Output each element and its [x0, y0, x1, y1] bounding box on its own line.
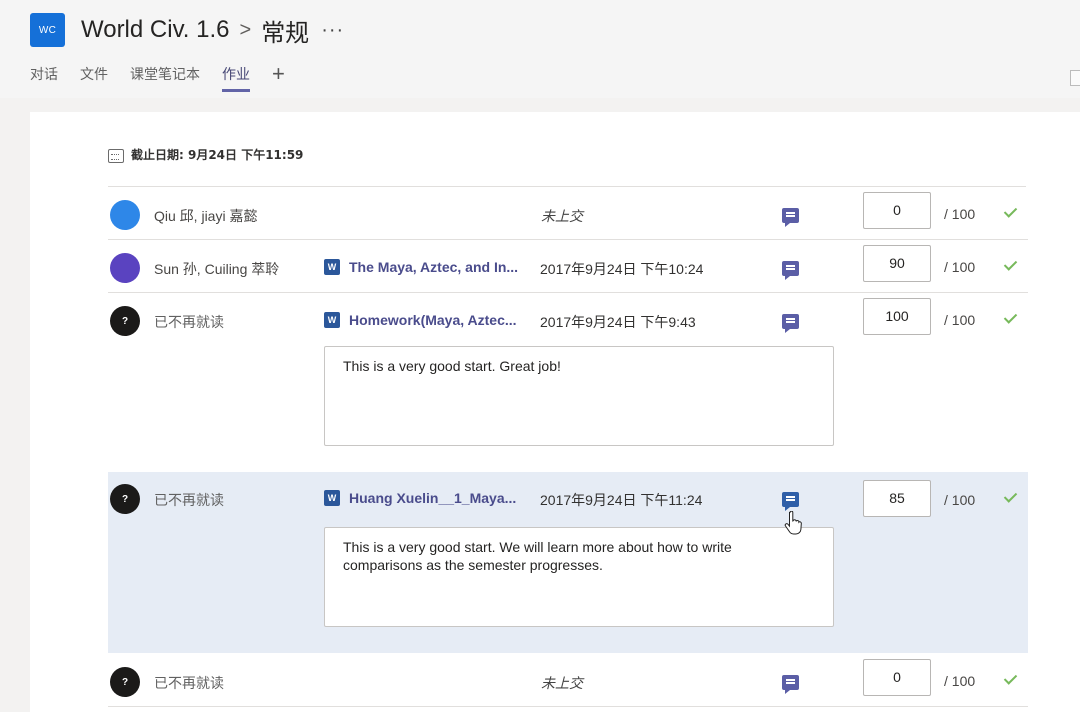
file-name[interactable]: Homework(Maya, Aztec... — [349, 312, 517, 328]
submission-status: 未上交 — [541, 209, 583, 225]
channel-tabs: 对话 文件 课堂笔记本 作业 + — [30, 63, 285, 94]
channel-header: WC World Civ. 1.6 > 常规 ··· 对话 文件 课堂笔记本 作… — [0, 0, 1080, 98]
submission-time: 2017年9月24日 下午9:43 — [540, 314, 696, 330]
tab-assignments[interactable]: 作业 — [222, 64, 250, 92]
submission-status: 未上交 — [541, 676, 583, 692]
student-name: 已不再就读 — [154, 676, 224, 692]
feedback-textarea[interactable]: This is a very good start. Great job! — [324, 346, 834, 446]
feedback-icon[interactable] — [782, 208, 799, 227]
score-input[interactable]: 85 — [863, 480, 931, 517]
points-total: / 100 — [944, 206, 976, 222]
channel-name: 常规 — [261, 19, 310, 47]
word-file-icon: W — [324, 259, 343, 275]
due-date-text: 截止日期: 9月24日 下午11:59 — [131, 148, 304, 162]
score-input[interactable]: 0 — [863, 659, 931, 696]
submission-time: 2017年9月24日 下午10:24 — [540, 261, 704, 277]
check-icon[interactable] — [1003, 258, 1017, 272]
avatar — [110, 200, 140, 230]
tab-files[interactable]: 文件 — [80, 64, 108, 92]
submission-file-link[interactable]: W The Maya, Aztec, and In... — [324, 259, 518, 275]
feedback-icon[interactable] — [782, 314, 799, 333]
points-total: / 100 — [944, 312, 976, 328]
score-input[interactable]: 90 — [863, 245, 931, 282]
file-name[interactable]: The Maya, Aztec, and In... — [349, 259, 518, 275]
feedback-icon[interactable] — [782, 261, 799, 280]
unknown-user-icon: ? — [110, 484, 140, 514]
hand-cursor-icon — [784, 511, 802, 535]
submission-file-link[interactable]: W Homework(Maya, Aztec... — [324, 312, 517, 328]
tab-conversations[interactable]: 对话 — [30, 64, 58, 92]
points-total: / 100 — [944, 673, 976, 689]
word-file-icon: W — [324, 312, 343, 328]
check-icon[interactable] — [1003, 311, 1017, 325]
points-total: / 100 — [944, 259, 976, 275]
team-name[interactable]: World Civ. 1.6 — [81, 16, 230, 44]
student-name: 已不再就读 — [154, 493, 224, 509]
avatar — [110, 253, 140, 283]
unknown-user-icon: ? — [110, 667, 140, 697]
chevron-right-icon: > — [239, 18, 252, 41]
calendar-icon — [108, 147, 124, 163]
breadcrumb: World Civ. 1.6 > 常规 ··· — [81, 14, 344, 47]
check-icon[interactable] — [1003, 205, 1017, 219]
student-row: Qiu 邱, jiayi 嘉懿 未上交 0 / 100 — [108, 188, 1028, 240]
student-name: 已不再就读 — [154, 315, 224, 331]
check-icon[interactable] — [1003, 672, 1017, 686]
feedback-icon[interactable] — [782, 675, 799, 694]
student-row: Sun 孙, Cuiling 萃聆 W The Maya, Aztec, and… — [108, 241, 1028, 293]
points-total: / 100 — [944, 492, 976, 508]
feedback-icon[interactable] — [782, 492, 799, 511]
feedback-textarea[interactable]: This is a very good start. We will learn… — [324, 527, 834, 627]
word-file-icon: W — [324, 490, 343, 506]
student-row: ? 已不再就读 未上交 0 / 100 — [108, 655, 1028, 707]
team-logo[interactable]: WC — [30, 13, 65, 47]
score-input[interactable]: 100 — [863, 298, 931, 335]
expand-icon[interactable] — [1070, 70, 1080, 86]
more-options-icon[interactable]: ··· — [321, 19, 344, 42]
check-icon[interactable] — [1003, 490, 1017, 504]
student-name: Sun 孙, Cuiling 萃聆 — [154, 261, 280, 277]
student-name: Qiu 邱, jiayi 嘉懿 — [154, 208, 258, 224]
tab-class-notebook[interactable]: 课堂笔记本 — [130, 64, 200, 92]
due-date: 截止日期: 9月24日 下午11:59 — [108, 146, 303, 163]
score-input[interactable]: 0 — [863, 192, 931, 229]
unknown-user-icon: ? — [110, 306, 140, 336]
submission-time: 2017年9月24日 下午11:24 — [540, 492, 703, 508]
student-row: ? 已不再就读 W Homework(Maya, Aztec... 2017年9… — [108, 294, 1028, 346]
divider — [108, 186, 1026, 187]
assignment-grading-panel: 截止日期: 9月24日 下午11:59 Qiu 邱, jiayi 嘉懿 未上交 … — [30, 112, 1080, 712]
submission-file-link[interactable]: W Huang Xuelin__1_Maya... — [324, 490, 516, 506]
file-name[interactable]: Huang Xuelin__1_Maya... — [349, 490, 516, 506]
add-tab-button[interactable]: + — [272, 63, 285, 85]
